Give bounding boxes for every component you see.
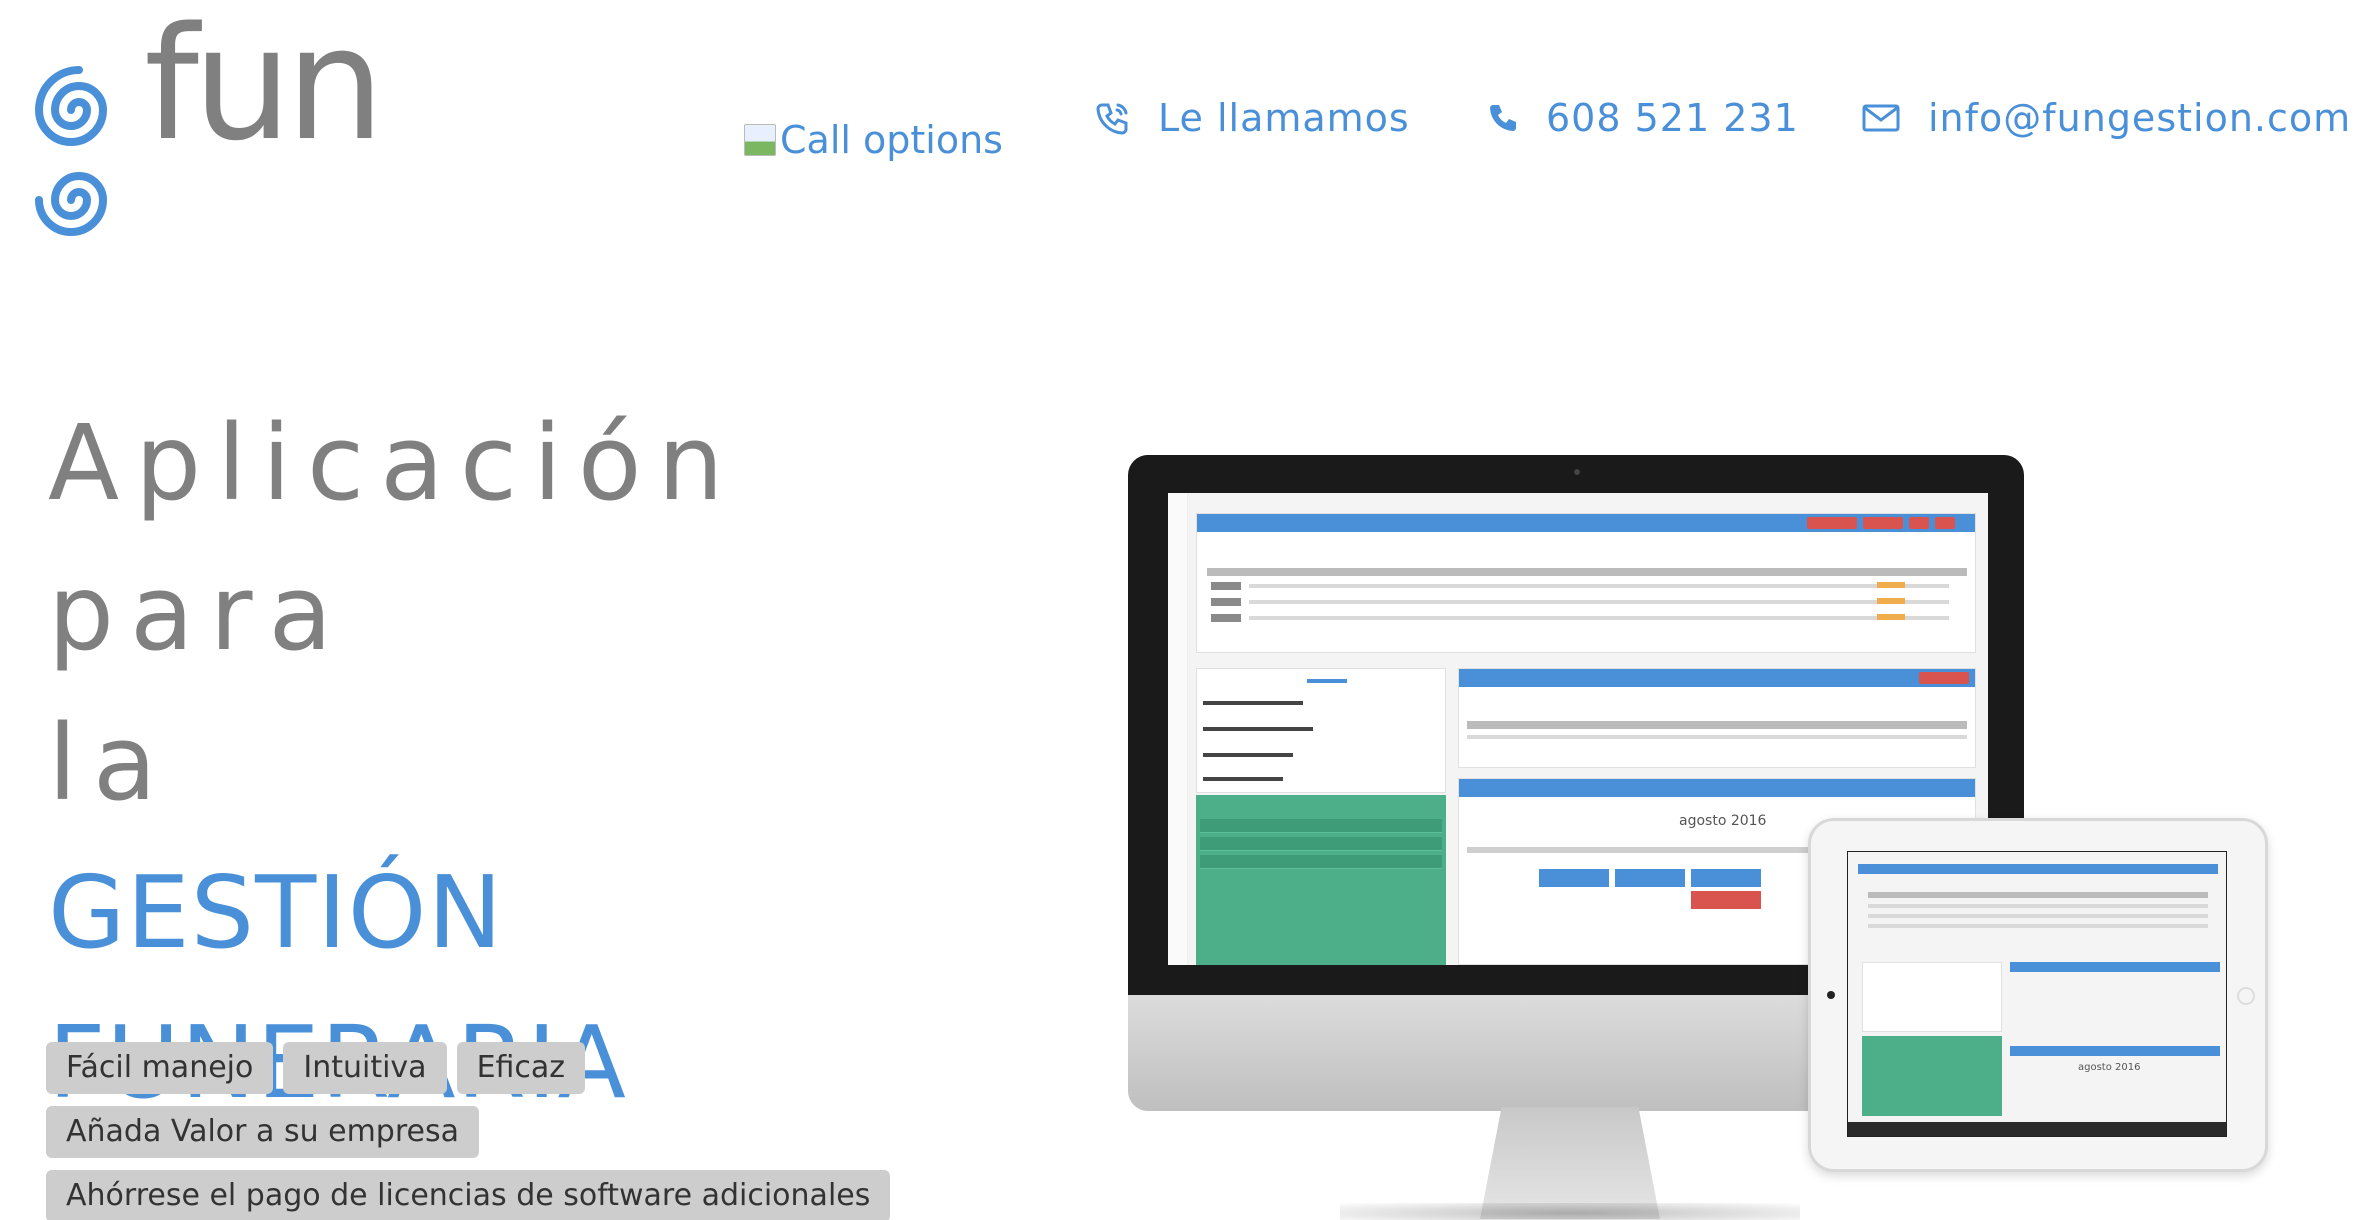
app-sidebar [1168, 493, 1188, 965]
table-row [1249, 616, 1949, 620]
ipad-app-screenshot: agosto 2016 [1847, 851, 2227, 1137]
ipad-mockup: agosto 2016 [1808, 818, 2268, 1172]
pending-row [1200, 855, 1442, 869]
clientes-panel [1196, 668, 1446, 793]
table-row [1249, 584, 1949, 588]
fun-logo[interactable]: fun [24, 6, 385, 242]
client-row [1203, 753, 1293, 757]
refresh-button [1909, 517, 1929, 529]
phone-number: 608 521 231 [1546, 96, 1799, 140]
table-row [1467, 735, 1967, 739]
devices-illustration: agosto 2016 agosto 2016 [1120, 450, 2360, 1220]
broken-image-icon [744, 124, 776, 156]
phone-link[interactable]: 608 521 231 [1488, 96, 1799, 140]
status-badge [1877, 582, 1905, 588]
calendar-month: agosto 2016 [1679, 813, 1767, 829]
hero-headline: Aplicación para la GESTIÓN FUNERARIA [48, 388, 948, 1138]
client-row [1203, 777, 1283, 781]
new-button [1807, 517, 1857, 529]
email-link[interactable]: info@fungestion.com [1862, 96, 2351, 140]
type-badge [1211, 582, 1241, 590]
ipad-table-row [1868, 904, 2208, 908]
feature-tag: Añada Valor a su empresa [46, 1106, 479, 1158]
feature-tag: Ahórrese el pago de licencias de softwar… [46, 1170, 891, 1220]
email-address: info@fungestion.com [1928, 96, 2352, 140]
calendar-event [1615, 869, 1685, 887]
imac-shadow [1340, 1203, 1800, 1220]
table-header [1207, 568, 1967, 576]
new-button [1919, 672, 1969, 684]
clientes-title [1307, 679, 1347, 683]
pending-row [1200, 837, 1442, 851]
call-options-image[interactable]: Call options [744, 118, 1003, 162]
calendar-event [1539, 869, 1609, 887]
calendario-bar [1459, 779, 1975, 797]
ipad-camera [1827, 991, 1835, 999]
expedientes-panel [1196, 513, 1976, 653]
ipad-clientes-panel [1862, 962, 2002, 1032]
ipad-avisos-bar [2010, 962, 2220, 972]
ipad-table-row [1868, 914, 2208, 918]
settings-button [1935, 517, 1955, 529]
ipad-dock [1848, 1122, 2226, 1136]
filter-button [1863, 517, 1903, 529]
feature-tag: Fácil manejo [46, 1042, 274, 1094]
envelope-icon [1862, 104, 1900, 132]
table-row [1249, 600, 1949, 604]
call-options-alt-text: Call options [780, 118, 1003, 162]
camera-dot [1574, 469, 1580, 475]
status-badge [1877, 614, 1905, 620]
spiral-logo-icon [34, 66, 108, 236]
avisos-panel [1458, 668, 1976, 768]
calendar-event [1691, 869, 1761, 887]
calendar-event [1691, 891, 1761, 909]
callback-label: Le llamamos [1158, 96, 1410, 140]
callback-link[interactable]: Le llamamos [1096, 96, 1410, 140]
ipad-expedientes-bar [1858, 864, 2218, 874]
feature-tags: Fácil manejo Intuitiva Eficaz Añada Valo… [46, 1042, 926, 1220]
feature-tag: Intuitiva [283, 1042, 447, 1094]
expedientes-bar [1197, 514, 1975, 532]
phone-icon [1490, 105, 1516, 131]
headline-line-2: la [48, 702, 173, 824]
status-badge [1877, 598, 1905, 604]
ipad-table-row [1868, 924, 2208, 928]
client-row [1203, 727, 1313, 731]
pending-row [1200, 819, 1442, 833]
feature-tag: Eficaz [456, 1042, 586, 1094]
ipad-calendar-month: agosto 2016 [2078, 1062, 2141, 1073]
type-badge [1211, 598, 1241, 606]
ipad-calendario-bar [2010, 1046, 2220, 1056]
type-badge [1211, 614, 1241, 622]
client-row [1203, 701, 1303, 705]
table-header [1467, 721, 1967, 729]
phone-ring-icon [1096, 103, 1128, 135]
ipad-table-header [1868, 892, 2208, 898]
ipad-home-button [2237, 987, 2255, 1005]
logo-wordmark: fun [144, 0, 385, 175]
pending-panel [1196, 795, 1446, 965]
avisos-bar [1459, 669, 1975, 687]
headline-line-1: Aplicación para [48, 402, 740, 674]
headline-line-3: GESTIÓN [48, 854, 504, 971]
ipad-pending-panel [1862, 1036, 2002, 1116]
